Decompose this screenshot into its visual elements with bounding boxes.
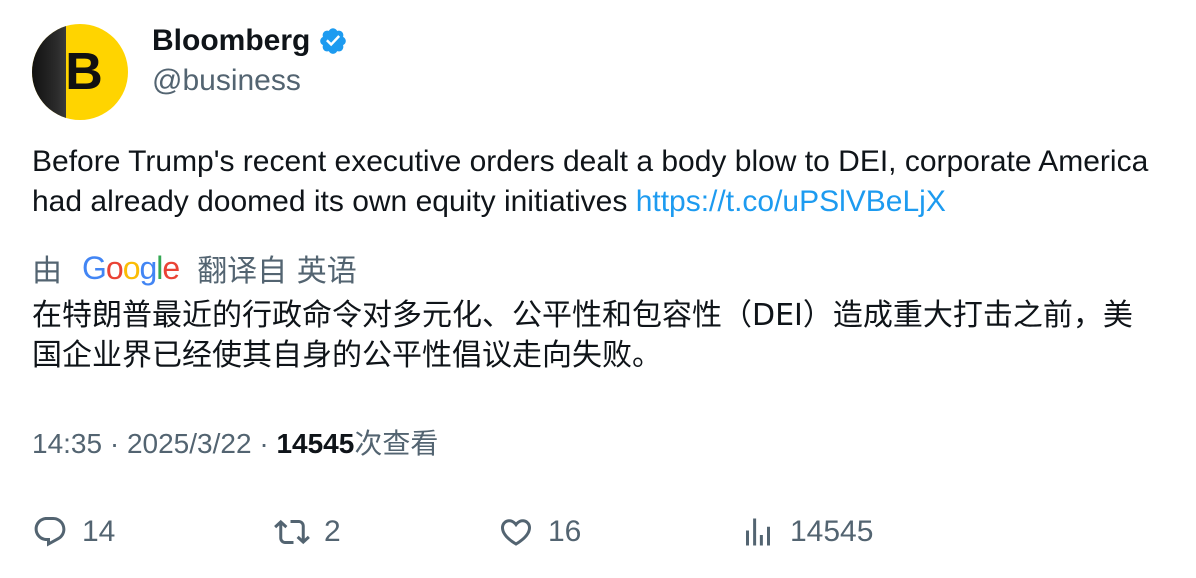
retweet-count: 2 [324,515,341,548]
google-logo-g2: g [139,249,157,286]
google-logo-e: e [162,249,180,286]
tweet-text: Before Trump's recent executive orders d… [32,142,1162,222]
reply-count: 14 [82,515,116,548]
tweet-date[interactable]: 2025/3/22 [127,428,252,459]
tweet-card: B Bloomberg @business Before Trump's rec… [0,0,1196,578]
view-count: 14545 [276,428,355,459]
meta-separator: · [259,428,269,459]
meta-separator: · [109,428,120,459]
author-name-row: Bloomberg [152,22,348,60]
tweet-meta: 14:35 · 2025/3/22 · 14545次查看 [32,424,438,464]
translated-by: 由 Google 翻译自 英语 [32,246,357,290]
avatar[interactable]: B [32,24,128,120]
google-logo[interactable]: Google [82,249,180,287]
reply-button[interactable]: 14 [32,510,115,554]
google-logo-o1: o [105,249,124,286]
translated-suffix: 翻译自 英语 [197,254,357,289]
heart-icon [500,519,532,546]
tweet-link[interactable]: https://t.co/uPSlVBeLjX [636,185,946,218]
view-label: 次查看 [354,428,439,459]
display-name[interactable]: Bloomberg [152,22,310,60]
like-count: 16 [548,515,582,548]
avatar-letter: B [65,43,103,101]
reply-icon [34,517,66,547]
translated-text: 在特朗普最近的行政命令对多元化、公平性和包容性（DEI）造成重大打击之前，美国企… [32,298,1133,373]
views-button[interactable]: 14545 [740,510,873,554]
retweet-button[interactable]: 2 [274,510,341,554]
tweet-body: Before Trump's recent executive orders d… [32,145,1149,218]
avatar-shade [32,24,66,120]
like-button[interactable]: 16 [498,510,581,554]
retweet-icon [274,519,310,545]
google-logo-g1: G [82,249,107,286]
google-logo-o2: o [122,249,141,286]
views-count: 14545 [790,515,874,548]
translated-prefix: 由 [32,254,62,289]
verified-badge-icon [320,28,347,54]
tweet-time[interactable]: 14:35 [32,428,102,459]
analytics-icon [746,518,770,546]
handle[interactable]: @business [152,62,301,100]
